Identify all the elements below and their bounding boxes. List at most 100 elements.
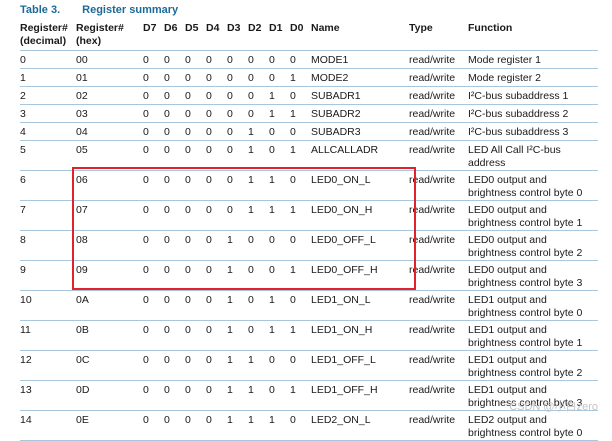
bit-d4: 0 <box>206 86 227 105</box>
bit-d5: 0 <box>185 122 206 141</box>
register-decimal: 11 <box>20 320 76 351</box>
function-line: I²C-bus subaddress 2 <box>468 108 569 120</box>
bit-d5: 0 <box>185 290 206 321</box>
register-name: LED0_ON_L <box>311 170 409 201</box>
function-line: LED2 output and <box>468 414 547 426</box>
bit-d6: 0 <box>164 104 185 123</box>
register-type: read/write <box>409 68 468 87</box>
register-function: LED1 output and brightness control byte 0 <box>468 290 598 321</box>
bit-d5: 0 <box>185 170 206 201</box>
table-row: 3 03 0 0 0 0 0 0 1 1 SUBADR2 read/write I²C-bus suba… <box>20 104 598 123</box>
register-function: LED0 output and brightness control byte 1 <box>468 200 598 231</box>
register-decimal: 0 <box>20 50 76 69</box>
bit-d3: 1 <box>227 260 248 291</box>
register-name: LED1_OFF_H <box>311 380 409 411</box>
bit-d1: 0 <box>269 260 290 291</box>
function-line: brightness control byte 2 <box>468 247 583 259</box>
register-hex: 0E <box>76 410 143 441</box>
bit-d7: 0 <box>143 50 164 69</box>
register-name: LED2_ON_L <box>311 410 409 441</box>
function-line: I²C-bus subaddress 1 <box>468 90 569 102</box>
table-row: 4 04 0 0 0 0 0 1 0 0 SUBADR3 read/write I²C-bus suba… <box>20 122 598 141</box>
bit-d3: 0 <box>227 104 248 123</box>
bit-d4: 0 <box>206 230 227 261</box>
bit-d7: 0 <box>143 350 164 381</box>
register-type: read/write <box>409 290 468 321</box>
bit-d7: 0 <box>143 68 164 87</box>
header-bit-d0: D0 <box>290 21 311 51</box>
function-line: LED0 output and <box>468 204 547 216</box>
bit-d2: 1 <box>248 350 269 381</box>
bit-d7: 0 <box>143 260 164 291</box>
bit-d6: 0 <box>164 350 185 381</box>
bit-d0: 1 <box>290 140 311 171</box>
header-function: Function <box>468 21 598 51</box>
function-line: Mode register 1 <box>468 54 541 66</box>
register-hex: 01 <box>76 68 143 87</box>
bit-d6: 0 <box>164 380 185 411</box>
register-function: I²C-bus subaddress 1 <box>468 86 598 105</box>
bit-d3: 1 <box>227 290 248 321</box>
register-decimal: 9 <box>20 260 76 291</box>
bit-d4: 0 <box>206 200 227 231</box>
function-line: LED0 output and <box>468 264 547 276</box>
register-type: read/write <box>409 410 468 441</box>
bit-d0: 0 <box>290 170 311 201</box>
register-hex: 0A <box>76 290 143 321</box>
bit-d6: 0 <box>164 68 185 87</box>
register-type: read/write <box>409 260 468 291</box>
register-function: I²C-bus subaddress 2 <box>468 104 598 123</box>
bit-d0: 1 <box>290 104 311 123</box>
register-hex: 0D <box>76 380 143 411</box>
bit-d2: 0 <box>248 68 269 87</box>
header-bit-d6: D6 <box>164 21 185 51</box>
bit-d2: 1 <box>248 170 269 201</box>
bit-d5: 0 <box>185 380 206 411</box>
bit-d6: 0 <box>164 86 185 105</box>
bit-d2: 0 <box>248 230 269 261</box>
register-type: read/write <box>409 50 468 69</box>
bit-d6: 0 <box>164 170 185 201</box>
bit-d0: 0 <box>290 230 311 261</box>
table-body: 0 00 0 0 0 0 0 0 0 0 MODE1 read/write Mode register … <box>20 50 598 441</box>
table-row: 6 06 0 0 0 0 0 1 1 0 LED0_ON_L read/write LED0 outpu… <box>20 170 598 201</box>
register-hex: 0B <box>76 320 143 351</box>
bit-d2: 1 <box>248 122 269 141</box>
bit-d0: 1 <box>290 200 311 231</box>
register-hex: 07 <box>76 200 143 231</box>
register-decimal: 6 <box>20 170 76 201</box>
function-line: address <box>468 157 506 169</box>
bit-d7: 0 <box>143 86 164 105</box>
bit-d1: 0 <box>269 350 290 381</box>
register-type: read/write <box>409 320 468 351</box>
function-line: Mode register 2 <box>468 72 541 84</box>
bit-d6: 0 <box>164 140 185 171</box>
bit-d2: 1 <box>248 380 269 411</box>
bit-d7: 0 <box>143 410 164 441</box>
table-row: 7 07 0 0 0 0 0 1 1 1 LED0_ON_H read/write LED0 outpu… <box>20 200 598 231</box>
bit-d0: 0 <box>290 122 311 141</box>
bit-d3: 0 <box>227 140 248 171</box>
header-bit-d1: D1 <box>269 21 290 51</box>
register-decimal: 12 <box>20 350 76 381</box>
register-name: LED0_ON_H <box>311 200 409 231</box>
header-register-hex: Register# (hex) <box>76 21 143 51</box>
bit-d3: 0 <box>227 68 248 87</box>
register-hex: 02 <box>76 86 143 105</box>
register-decimal: 7 <box>20 200 76 231</box>
table-row: 2 02 0 0 0 0 0 0 1 0 SUBADR1 read/write I²C-bus suba… <box>20 86 598 105</box>
function-line: LED1 output and <box>468 294 547 306</box>
header-row: Register# (decimal) Register# (hex) D7 D6 … <box>20 21 598 51</box>
bit-d1: 0 <box>269 230 290 261</box>
bit-d4: 0 <box>206 50 227 69</box>
register-decimal: 3 <box>20 104 76 123</box>
bit-d2: 0 <box>248 104 269 123</box>
table-row: 8 08 0 0 0 0 1 0 0 0 LED0_OFF_L read/write LED0 outp… <box>20 230 598 261</box>
function-line: LED0 output and <box>468 234 547 246</box>
bit-d5: 0 <box>185 230 206 261</box>
header-type: Type <box>409 21 468 51</box>
table-row: 14 0E 0 0 0 0 1 1 1 0 LED2_ON_L read/write LED2 outp… <box>20 410 598 441</box>
bit-d6: 0 <box>164 320 185 351</box>
bit-d0: 0 <box>290 50 311 69</box>
bit-d0: 1 <box>290 68 311 87</box>
